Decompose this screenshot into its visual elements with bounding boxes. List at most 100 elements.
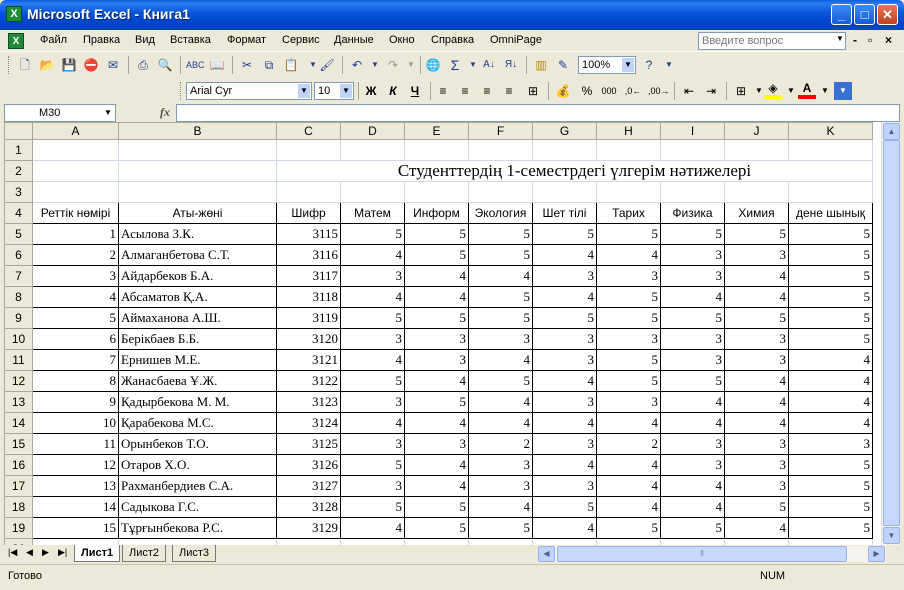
column-header-e[interactable]: E [404, 122, 469, 140]
zoom-select[interactable]: 100% ▼ [578, 56, 636, 74]
value-cell[interactable]: 3126 [276, 454, 341, 476]
value-cell[interactable]: 4 [340, 412, 405, 434]
row-header[interactable]: 1 [4, 139, 33, 161]
value-cell[interactable]: 5 [404, 496, 469, 518]
value-cell[interactable]: 1 [32, 223, 119, 245]
align-right-icon[interactable]: ≡ [500, 82, 518, 100]
student-name-cell[interactable]: Ернишев М.Е. [118, 349, 277, 371]
value-cell[interactable]: 4 [404, 286, 469, 308]
value-cell[interactable]: 15 [32, 517, 119, 539]
underline-button[interactable]: Ч [406, 82, 424, 100]
hyperlink-icon[interactable]: 🌐 [424, 56, 442, 74]
value-cell[interactable]: 4 [660, 496, 725, 518]
value-cell[interactable]: 8 [32, 370, 119, 392]
value-cell[interactable]: 5 [340, 370, 405, 392]
cell[interactable] [596, 181, 661, 203]
autosum-icon[interactable]: Σ [446, 56, 464, 74]
row-header[interactable]: 14 [4, 412, 33, 434]
value-cell[interactable]: 9 [32, 391, 119, 413]
cell[interactable] [32, 139, 119, 161]
value-cell[interactable]: 5 [468, 517, 533, 539]
value-cell[interactable]: 2 [596, 433, 661, 455]
value-cell[interactable]: 4 [788, 391, 873, 413]
value-cell[interactable]: 4 [788, 412, 873, 434]
value-cell[interactable]: 5 [788, 517, 873, 539]
value-cell[interactable]: 5 [788, 223, 873, 245]
value-cell[interactable]: 3 [340, 391, 405, 413]
student-name-cell[interactable]: Алмаганбетова С.Т. [118, 244, 277, 266]
column-header-i[interactable]: I [660, 122, 725, 140]
redo-icon[interactable]: ↷ [384, 56, 402, 74]
value-cell[interactable]: 3121 [276, 349, 341, 371]
value-cell[interactable]: 3 [468, 328, 533, 350]
next-sheet-icon[interactable]: ▶ [42, 547, 49, 558]
value-cell[interactable]: 5 [404, 307, 469, 329]
first-sheet-icon[interactable]: |◀ [8, 547, 17, 558]
value-cell[interactable]: 12 [32, 454, 119, 476]
row-header[interactable]: 13 [4, 391, 33, 413]
mdi-close-icon[interactable]: × [885, 33, 892, 47]
student-name-cell[interactable]: Тұрғынбекова Р.С. [118, 517, 277, 539]
cell[interactable] [660, 139, 725, 161]
column-header-g[interactable]: G [532, 122, 597, 140]
value-cell[interactable]: 3 [532, 475, 597, 497]
value-cell[interactable]: 3 [468, 454, 533, 476]
cell[interactable] [276, 181, 341, 203]
value-cell[interactable]: 3115 [276, 223, 341, 245]
print-preview-icon[interactable]: 🔍 [156, 56, 174, 74]
value-cell[interactable]: 4 [532, 244, 597, 266]
font-size-select[interactable]: 10 ▼ [314, 82, 354, 100]
value-cell[interactable]: 4 [404, 370, 469, 392]
scroll-up-icon[interactable]: ▲ [883, 123, 900, 140]
value-cell[interactable]: 5 [788, 244, 873, 266]
column-label-cell[interactable]: Физика [660, 202, 725, 224]
value-cell[interactable]: 5 [788, 265, 873, 287]
column-label-cell[interactable]: Шет тілі [532, 202, 597, 224]
bold-button[interactable]: Ж [362, 82, 380, 100]
value-cell[interactable]: 4 [660, 286, 725, 308]
column-header-j[interactable]: J [724, 122, 789, 140]
column-header-f[interactable]: F [468, 122, 533, 140]
value-cell[interactable]: 4 [660, 391, 725, 413]
value-cell[interactable]: 3118 [276, 286, 341, 308]
column-label-cell[interactable]: Реттік нөмірі [32, 202, 119, 224]
align-left-icon[interactable]: ≡ [434, 82, 452, 100]
value-cell[interactable]: 3125 [276, 433, 341, 455]
value-cell[interactable]: 5 [788, 454, 873, 476]
value-cell[interactable]: 3124 [276, 412, 341, 434]
value-cell[interactable]: 5 [596, 349, 661, 371]
value-cell[interactable]: 4 [468, 412, 533, 434]
column-label-cell[interactable]: Тарих [596, 202, 661, 224]
toolbar-options-icon[interactable]: ▼ [660, 56, 678, 74]
value-cell[interactable]: 4 [532, 454, 597, 476]
menu-data[interactable]: Данные [334, 34, 374, 46]
value-cell[interactable]: 3 [532, 328, 597, 350]
value-cell[interactable]: 3 [404, 433, 469, 455]
copy-icon[interactable]: ⧉ [260, 56, 278, 74]
open-folder-icon[interactable]: 📂 [38, 56, 56, 74]
row-header[interactable]: 7 [4, 265, 33, 287]
student-name-cell[interactable]: Қарабекова М.С. [118, 412, 277, 434]
drawing-icon[interactable]: ✎ [554, 56, 572, 74]
menu-help[interactable]: Справка [431, 34, 474, 46]
align-justify-icon[interactable]: ≡ [478, 82, 496, 100]
toolbar-grip[interactable] [8, 56, 11, 74]
value-cell[interactable]: 4 [340, 349, 405, 371]
value-cell[interactable]: 5 [404, 517, 469, 539]
value-cell[interactable]: 5 [660, 370, 725, 392]
menu-window[interactable]: Окно [389, 34, 415, 46]
scroll-down-icon[interactable]: ▼ [883, 527, 900, 544]
student-name-cell[interactable]: Садыкова Г.С. [118, 496, 277, 518]
student-name-cell[interactable]: Қадырбекова М. М. [118, 391, 277, 413]
last-sheet-icon[interactable]: ▶| [58, 547, 67, 558]
value-cell[interactable]: 3 [340, 433, 405, 455]
borders-icon[interactable]: ⊞ [732, 82, 750, 100]
value-cell[interactable]: 14 [32, 496, 119, 518]
paste-icon[interactable]: 📋 [282, 56, 300, 74]
value-cell[interactable]: 5 [596, 286, 661, 308]
cell[interactable] [788, 139, 873, 161]
value-cell[interactable]: 11 [32, 433, 119, 455]
column-header-k[interactable]: K [788, 122, 873, 140]
value-cell[interactable]: 4 [340, 517, 405, 539]
student-name-cell[interactable]: Берікбаев Б.Б. [118, 328, 277, 350]
